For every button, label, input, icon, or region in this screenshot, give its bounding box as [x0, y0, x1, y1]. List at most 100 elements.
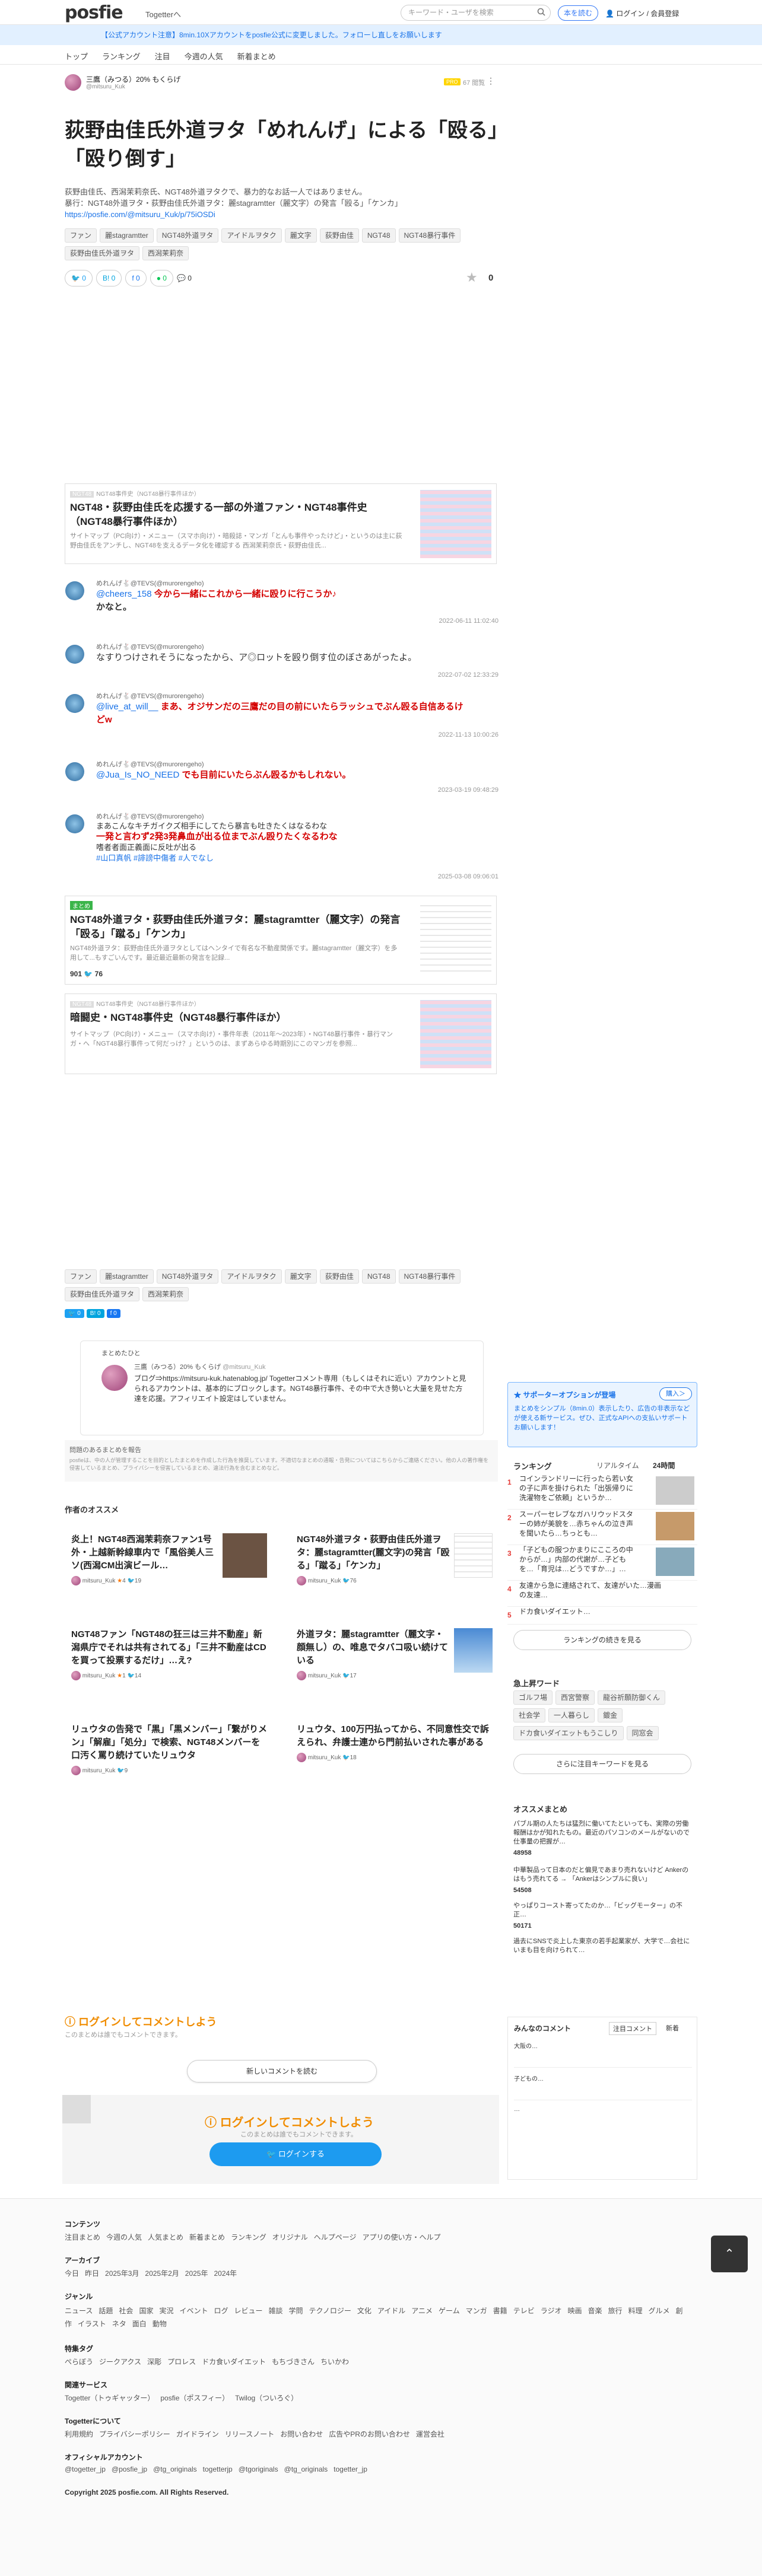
- togetter-link[interactable]: Togetterへ: [145, 8, 181, 20]
- purchase-button[interactable]: 購入＞: [659, 1387, 692, 1400]
- tweet-date[interactable]: 2025-03-08 09:06:01: [438, 873, 499, 880]
- tweet-user[interactable]: めれんげ🐇@TEVS(@murorengeho): [96, 642, 204, 651]
- recommend-card[interactable]: リュウタの告発で「黒」「黒メンバー」「繋がりメン」「解雇」「処分」で検索、NGT…: [71, 1723, 267, 1778]
- tag[interactable]: 麗文字: [284, 228, 317, 243]
- facebook-button[interactable]: f 0: [106, 1309, 120, 1318]
- footer-link[interactable]: 2025年2月: [145, 2269, 179, 2278]
- footer-link[interactable]: 今日: [65, 2269, 79, 2278]
- hatena-button[interactable]: B! 0: [86, 1309, 104, 1318]
- footer-link[interactable]: 2025年3月: [105, 2269, 139, 2278]
- tag[interactable]: NGT48: [361, 228, 396, 243]
- search-input[interactable]: キーワード・ユーザを検索: [401, 5, 551, 21]
- osusume-item[interactable]: 過去にSNSで炎上した東京の若手起業家が、大学で…会社にいまも目を向けられて…: [513, 1937, 691, 1961]
- footer-link[interactable]: 人気まとめ: [148, 2233, 183, 2241]
- recommend-card[interactable]: 炎上！NGT48西潟茉莉奈ファン1号外・上越新幹線車内で「風俗美人三ソ(西潟CM…: [71, 1533, 267, 1588]
- tag[interactable]: NGT48: [361, 1269, 396, 1284]
- footer-link[interactable]: アプリの使い方・ヘルプ: [362, 2233, 440, 2241]
- tweet-user[interactable]: めれんげ🐇@TEVS(@murorengeho): [96, 691, 204, 700]
- nav-item[interactable]: 注目: [155, 52, 170, 61]
- footer-link[interactable]: 昨日: [85, 2269, 99, 2278]
- ranking-item[interactable]: 5 ドカ食いダイエット…: [507, 1607, 697, 1625]
- osusume-item[interactable]: やっぱりコースト寄ってたのか…「ビッグモーター」の不正… 50171: [513, 1902, 691, 1937]
- avatar[interactable]: [101, 1365, 128, 1391]
- ranking-more-button[interactable]: ランキングの続きを見る: [513, 1630, 691, 1650]
- tag[interactable]: 荻野由佳: [319, 228, 359, 243]
- linked-card[interactable]: NGT48 NGT48事件史（NGT48暴行事件ほか） NGT48・荻野由佳氏を応…: [65, 483, 497, 564]
- footer-link[interactable]: 新着まとめ: [189, 2233, 225, 2241]
- tag[interactable]: 西潟茉莉奈: [142, 246, 189, 260]
- ranking-item[interactable]: 1 コインランドリーに行ったら若い女の子に声を掛けられた「出張帰りに洗濯物をご依頼…: [507, 1474, 697, 1510]
- ranking-item[interactable]: 2 スーパーセレブなガハリウッドスターの姉が美貌を…赤ちゃんの泣き声を聞いたら…ち…: [507, 1510, 697, 1545]
- footer-link[interactable]: ランキング: [231, 2233, 266, 2241]
- nav-item[interactable]: 新着まとめ: [237, 52, 276, 61]
- notice-banner[interactable]: 【公式アカウント注意】8min.10Xアカウントをposfie公式に変更しました…: [0, 25, 762, 45]
- tweet-date[interactable]: 2022-07-02 12:33:29: [438, 671, 499, 679]
- desc-link[interactable]: https://posfie.com/@mitsuru_Kuk/p/75iOSD…: [65, 209, 504, 220]
- recommend-card[interactable]: NGT48外道ヲタ・荻野由佳氏外道ヲタ：麗stagramtter(麗文字)の発言…: [297, 1533, 493, 1588]
- footer-link[interactable]: 2024年: [214, 2269, 237, 2278]
- linked-card[interactable]: まとめ NGT48外道ヲタ・荻野由佳氏外道ヲタ：麗stagramtter（麗文字…: [65, 896, 497, 985]
- linked-card[interactable]: NGT48 NGT48事件史（NGT48暴行事件ほか） 暗闘史・NGT48事件史（…: [65, 994, 497, 1074]
- tag[interactable]: NGT48外道ヲタ: [156, 1269, 219, 1284]
- ranking-tab-realtime[interactable]: リアルタイム: [596, 1460, 639, 1470]
- tweet-date[interactable]: 2022-11-13 10:00:26: [439, 731, 499, 738]
- footer-link[interactable]: 今週の人気: [106, 2233, 142, 2241]
- tag[interactable]: NGT48暴行事件: [398, 228, 461, 243]
- osusume-item[interactable]: 中華製品って日本のだと偏見であまり売れないけど Ankerのはもう売れてる → …: [513, 1866, 691, 1902]
- nav-item[interactable]: 今週の人気: [185, 52, 223, 61]
- author-name[interactable]: 三鷹（みつる）20% もくらげ: [86, 74, 180, 84]
- tag[interactable]: NGT48外道ヲタ: [156, 228, 219, 243]
- star-icon[interactable]: ★: [466, 270, 478, 285]
- hatena-share[interactable]: B! 0: [96, 270, 122, 286]
- trend-word[interactable]: 社会学: [513, 1708, 546, 1722]
- author-row[interactable]: [65, 74, 81, 91]
- facebook-share[interactable]: f 0: [125, 270, 147, 286]
- nav-item[interactable]: トップ: [65, 52, 88, 61]
- more-menu-icon[interactable]: ⋮: [487, 76, 495, 86]
- footer-link[interactable]: 2025年: [185, 2269, 208, 2278]
- nav-item[interactable]: ランキング: [102, 52, 141, 61]
- search-icon[interactable]: [537, 8, 545, 16]
- comment-count[interactable]: 💬 0: [177, 274, 192, 282]
- trend-word[interactable]: 龍谷祈願防御くん: [598, 1690, 666, 1705]
- trend-word[interactable]: 一人暮らし: [548, 1708, 595, 1722]
- tag[interactable]: 荻野由佳: [319, 1269, 359, 1284]
- recommend-card[interactable]: NGT48ファン「NGT48の狂三は三井不動産」新潟県庁でそれは共有されてる」「…: [71, 1628, 267, 1683]
- footer-link[interactable]: 注目まとめ: [65, 2233, 100, 2241]
- tweet-user[interactable]: めれんげ🐇@TEVS(@murorengeho): [96, 811, 204, 821]
- trend-word[interactable]: ドカ食いダイエットもうこしり: [513, 1726, 624, 1740]
- tag[interactable]: 麗stagramtter: [100, 228, 154, 243]
- comment-item[interactable]: …: [514, 2106, 692, 2133]
- tag[interactable]: アイドルヲタク: [221, 228, 282, 243]
- footer-link[interactable]: ヘルプページ: [314, 2233, 357, 2241]
- tweet-date[interactable]: 2023-03-19 09:48:29: [438, 787, 499, 794]
- trend-more-button[interactable]: さらに注目キーワードを見る: [513, 1754, 691, 1774]
- tag[interactable]: 荻野由佳氏外道ヲタ: [65, 1287, 140, 1301]
- ranking-item[interactable]: 3 「子どもの服つかまりにこころの中からが…」内部の代謝が…子どもを…「育児は…ど…: [507, 1545, 697, 1581]
- tag[interactable]: 西潟茉莉奈: [142, 1287, 189, 1301]
- login-comment-title[interactable]: ⓘ ログインしてコメントしよう: [65, 2014, 217, 2029]
- tag[interactable]: 荻野由佳氏外道ヲタ: [65, 246, 140, 260]
- tweet-button[interactable]: 🐦 0: [65, 1309, 84, 1318]
- comments-tab-new[interactable]: 新着: [662, 2022, 682, 2034]
- report-title[interactable]: 問題のあるまとめを報告: [69, 1445, 493, 1454]
- tag[interactable]: 麗stagramtter: [100, 1269, 154, 1284]
- author-box-name[interactable]: 三鷹（みつる）20% もくらげ @mitsuru_Kuk: [134, 1362, 265, 1371]
- footer-link[interactable]: オリジナル: [272, 2233, 308, 2241]
- read-new-comments-button[interactable]: 新しいコメントを読む: [187, 2060, 377, 2083]
- tag[interactable]: 麗文字: [284, 1269, 317, 1284]
- comment-item[interactable]: 子どもの…: [514, 2074, 692, 2100]
- comment-item[interactable]: 大阪の…: [514, 2041, 692, 2068]
- tweet-date[interactable]: 2022-06-11 11:02:40: [439, 617, 499, 625]
- trend-word[interactable]: 鍍金: [598, 1708, 623, 1722]
- recommend-card[interactable]: 外道ヲタ：麗stagramtter（麗文字・顔無し）の、唯息でタバコ吸い続けてい…: [297, 1628, 493, 1683]
- trend-word[interactable]: ゴルフ場: [513, 1690, 553, 1705]
- tag[interactable]: NGT48暴行事件: [398, 1269, 461, 1284]
- comments-tab-hot[interactable]: 注目コメント: [609, 2022, 656, 2035]
- login-button[interactable]: 🐦 ログインする: [209, 2142, 382, 2166]
- tweet-user[interactable]: めれんげ🐇@TEVS(@murorengeho): [96, 759, 204, 769]
- twitter-share[interactable]: 🐦 0: [65, 270, 93, 286]
- ranking-item[interactable]: 4 友達から急に連絡されて、友達がいた…漫画の友達…: [507, 1581, 697, 1607]
- line-share[interactable]: ● 0: [150, 270, 173, 286]
- tag[interactable]: ファン: [65, 1269, 97, 1284]
